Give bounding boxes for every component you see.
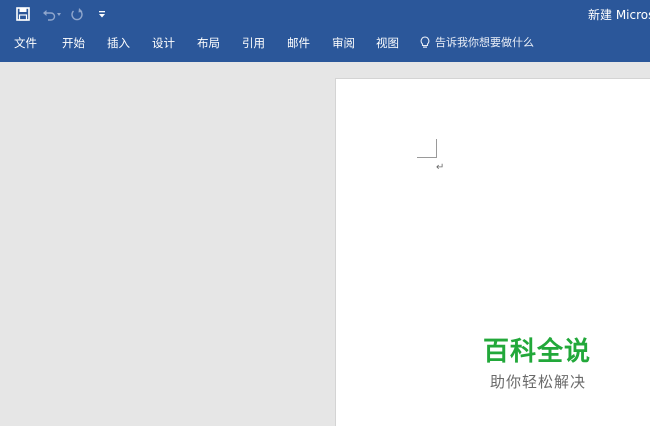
save-icon[interactable] <box>16 5 30 23</box>
word-window: 新建 Microsoft 文件 开始 插入 设计 布局 引用 邮件 审阅 视图 … <box>0 0 650 426</box>
title-bar: 新建 Microsoft <box>0 0 650 29</box>
redo-icon[interactable] <box>70 5 84 23</box>
tab-references[interactable]: 引用 <box>242 35 265 51</box>
lightbulb-icon <box>420 35 430 49</box>
tab-mailings[interactable]: 邮件 <box>287 35 310 51</box>
tell-me-placeholder: 告诉我你想要做什么 <box>435 36 534 49</box>
tell-me-search[interactable]: 告诉我你想要做什么 <box>420 34 534 50</box>
margin-corner-mark <box>417 139 437 158</box>
tab-insert[interactable]: 插入 <box>107 35 130 51</box>
watermark-title: 百科全说 <box>483 337 592 367</box>
document-title: 新建 Microsoft <box>588 8 650 22</box>
paragraph-mark: ↵ <box>436 162 445 173</box>
undo-icon[interactable] <box>42 5 62 23</box>
tab-view[interactable]: 视图 <box>376 35 399 51</box>
tab-layout[interactable]: 布局 <box>197 35 220 51</box>
tab-review[interactable]: 审阅 <box>332 35 355 51</box>
tab-home[interactable]: 开始 <box>62 35 85 51</box>
tab-file[interactable]: 文件 <box>14 35 37 51</box>
watermark-subtitle: 助你轻松解决 <box>490 373 587 391</box>
ribbon-tabs: 文件 开始 插入 设计 布局 引用 邮件 审阅 视图 告诉我你想要做什么 <box>0 29 650 62</box>
customize-qat-icon[interactable] <box>97 5 107 23</box>
tab-design[interactable]: 设计 <box>152 35 175 51</box>
